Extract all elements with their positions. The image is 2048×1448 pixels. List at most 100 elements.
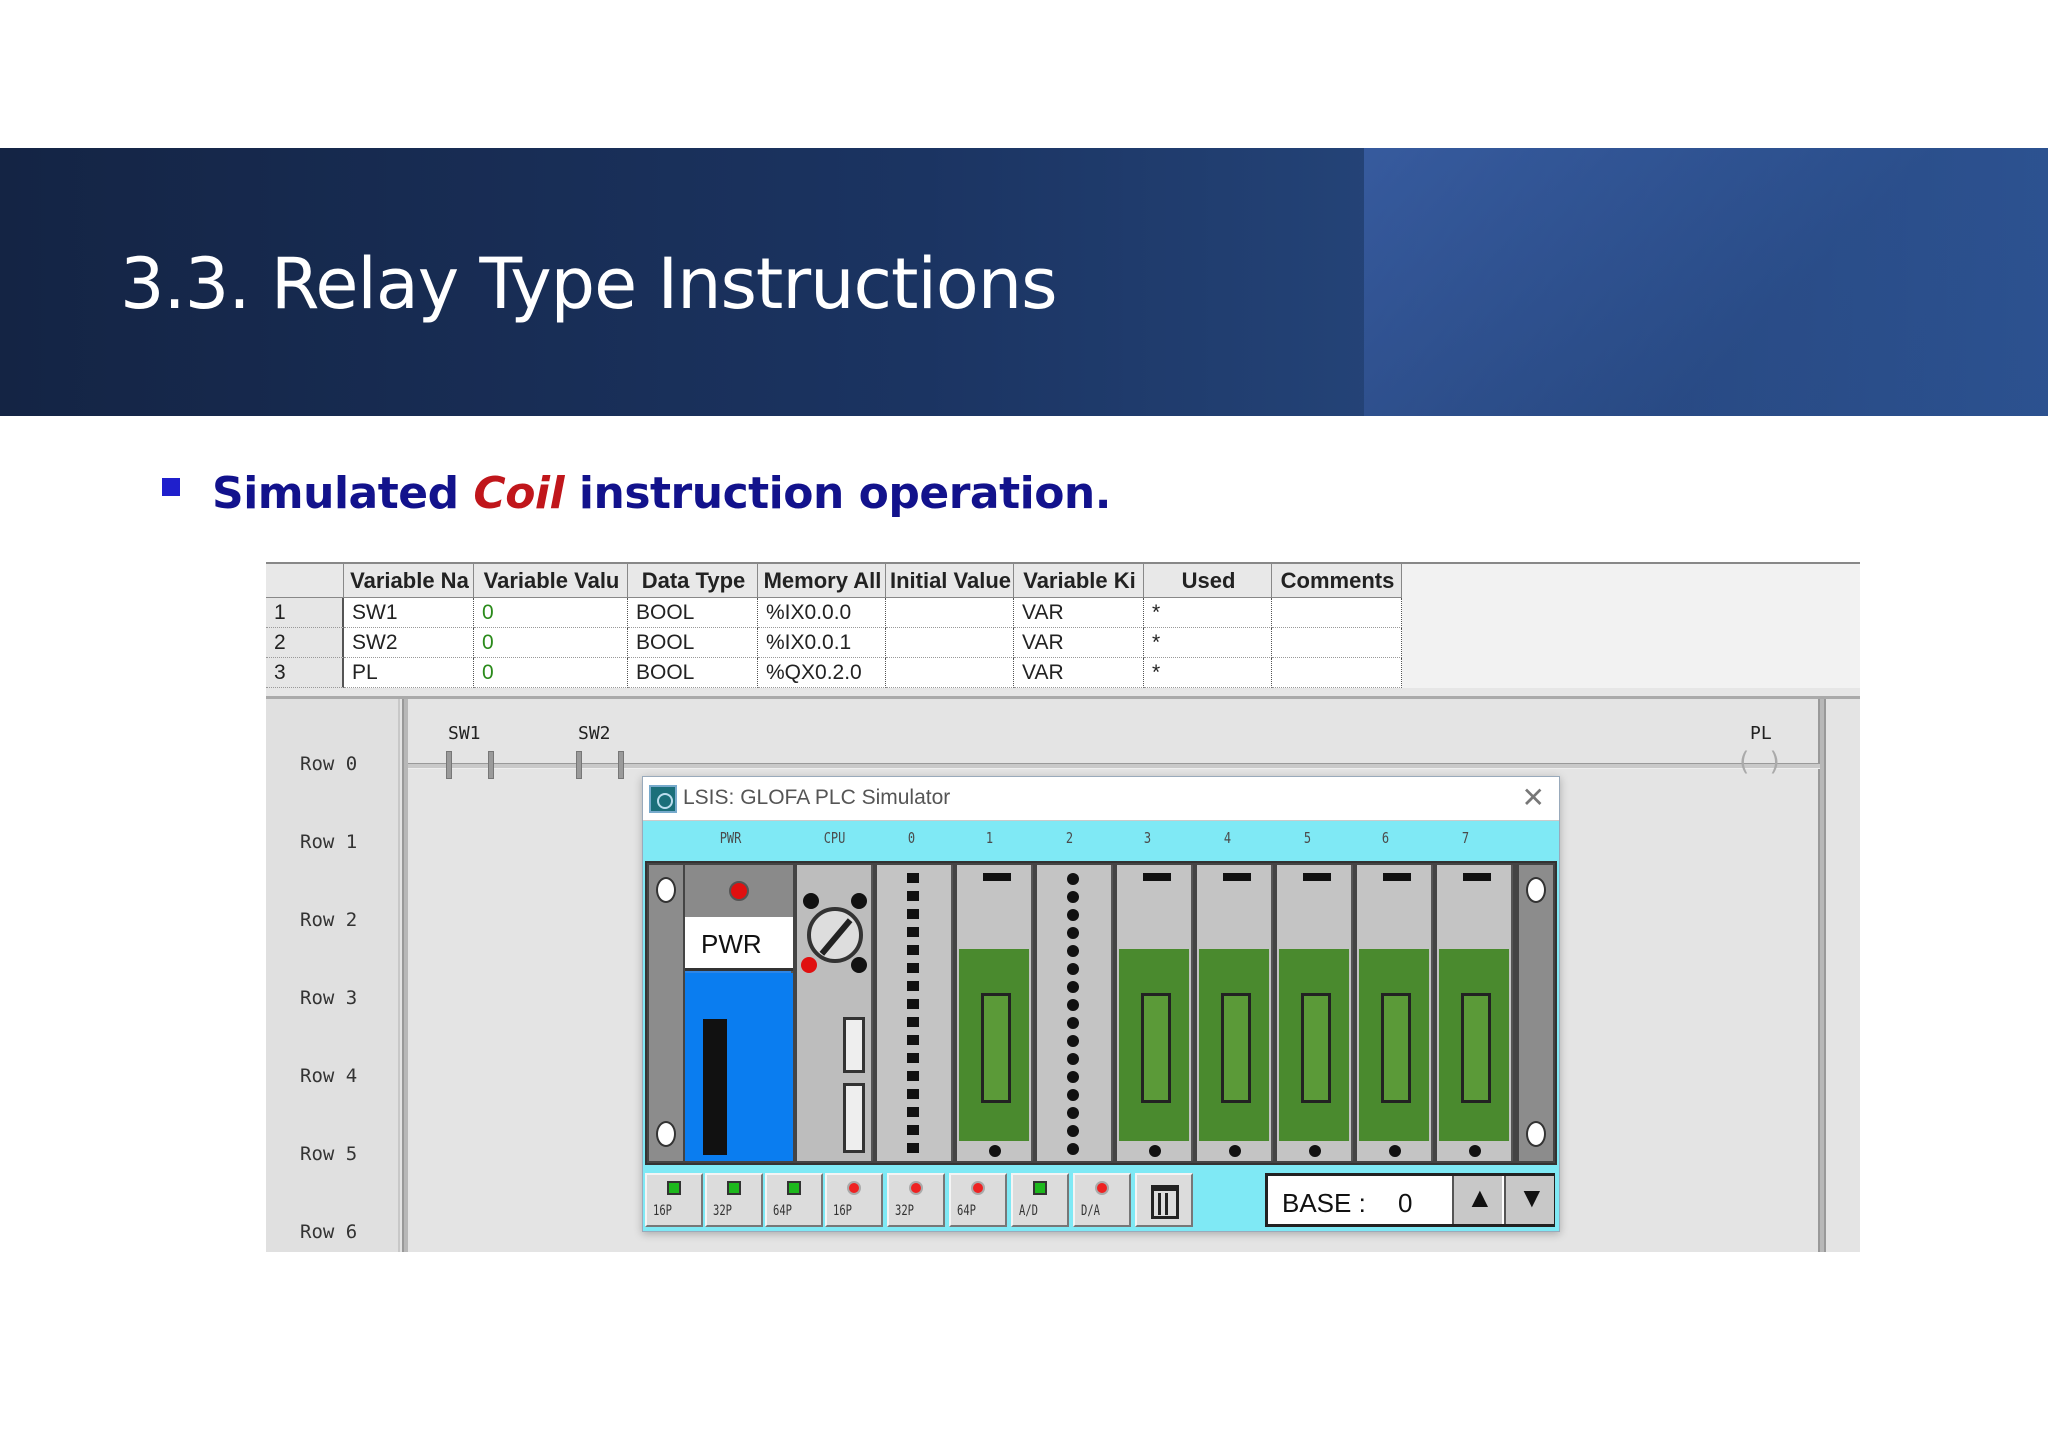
column-header[interactable]: Used [1144,564,1272,598]
module-button-32p-out[interactable]: 32P [887,1173,945,1227]
column-header[interactable] [266,564,344,598]
rack-end-cap-right [1519,865,1553,1161]
variable-value-cell[interactable]: 0 [474,628,628,658]
lsis-logo-icon [649,785,677,813]
io-connector-icon [1221,993,1251,1103]
initial-value-cell[interactable] [886,598,1014,628]
simulator-titlebar[interactable]: LSIS: GLOFA PLC Simulator ✕ [643,777,1559,821]
contact-sw1-left[interactable] [446,751,452,779]
base-down-button[interactable]: ▼ [1504,1176,1554,1224]
contact-sw2-left[interactable] [576,751,582,779]
variable-kind-cell[interactable]: VAR [1014,628,1144,658]
module-button-label: D/A [1081,1203,1100,1219]
variable-value-cell[interactable]: 0 [474,658,628,688]
used-cell[interactable]: * [1144,628,1272,658]
io-module-slot-6[interactable] [1357,865,1433,1161]
power-plate: PWR [685,917,793,971]
io-led-icon [1067,1017,1079,1029]
io-module-slot-2[interactable] [1037,865,1113,1161]
memory-cell[interactable]: %QX0.2.0 [758,658,886,688]
module-button-label: 64P [957,1203,976,1219]
contact-sw1-right[interactable] [488,751,494,779]
slot-label: 4 [1223,829,1232,847]
mount-hole-icon [1526,877,1546,903]
base-selector: BASE : 0 ▲ ▼ [1265,1173,1555,1227]
data-type-cell[interactable]: BOOL [628,628,758,658]
trash-button[interactable] [1135,1173,1193,1227]
used-cell[interactable]: * [1144,658,1272,688]
io-module-slot-1[interactable] [957,865,1033,1161]
cpu-mode-key-switch[interactable] [807,907,863,963]
io-screw-icon [1389,1145,1401,1157]
table-row[interactable]: 3 PL 0 BOOL %QX0.2.0 VAR * [266,658,1402,688]
comments-cell[interactable] [1272,628,1402,658]
module-button-16p-out[interactable]: 16P [825,1173,883,1227]
module-button-64p-out[interactable]: 64P [949,1173,1007,1227]
row-label: Row 5 [300,1143,358,1165]
io-slit [1463,873,1491,881]
column-header[interactable]: Memory All [758,564,886,598]
indicator-icon [667,1181,681,1195]
initial-value-cell[interactable] [886,628,1014,658]
base-up-button[interactable]: ▲ [1452,1176,1502,1224]
variable-name-cell[interactable]: PL [344,658,474,688]
comments-cell[interactable] [1272,658,1402,688]
io-module-slot-7[interactable] [1437,865,1513,1161]
slot-label: 7 [1461,829,1470,847]
mount-hole-icon [656,1121,676,1147]
row-gutter: Row 0 Row 1 Row 2 Row 3 Row 4 Row 5 Row … [266,699,400,1252]
variable-value-cell[interactable]: 0 [474,598,628,628]
row-label: Row 3 [300,987,358,1009]
data-type-cell[interactable]: BOOL [628,598,758,628]
used-cell[interactable]: * [1144,598,1272,628]
io-led-icon [1067,909,1079,921]
memory-cell[interactable]: %IX0.0.1 [758,628,886,658]
column-header[interactable]: Data Type [628,564,758,598]
io-module-slot-0[interactable] [877,865,953,1161]
contact-sw2-right[interactable] [618,751,624,779]
bullet-text-pre: Simulated [212,468,474,519]
comments-cell[interactable] [1272,598,1402,628]
title-banner: 3.3. Relay Type Instructions [0,148,2048,416]
io-module-slot-3[interactable] [1117,865,1193,1161]
io-led-icon [1067,999,1079,1011]
column-header[interactable]: Comments [1272,564,1402,598]
io-screw-icon [1309,1145,1321,1157]
table-row[interactable]: 2 SW2 0 BOOL %IX0.0.1 VAR * [266,628,1402,658]
variable-name-cell[interactable]: SW2 [344,628,474,658]
data-type-cell[interactable]: BOOL [628,658,758,688]
module-palette: 16P 32P 64P 16P 32P 64P A/D D/A BASE : 0… [645,1171,1557,1229]
module-button-32p-in[interactable]: 32P [705,1173,763,1227]
module-button-ad[interactable]: A/D [1011,1173,1069,1227]
cpu-module[interactable] [797,865,873,1161]
io-module-slot-5[interactable] [1277,865,1353,1161]
column-header[interactable]: Variable Valu [474,564,628,598]
module-button-64p-in[interactable]: 64P [765,1173,823,1227]
initial-value-cell[interactable] [886,658,1014,688]
io-module-slot-4[interactable] [1197,865,1273,1161]
io-connector-icon [1381,993,1411,1103]
coil-pl[interactable]: ( ) [1736,747,1783,777]
variable-kind-cell[interactable]: VAR [1014,658,1144,688]
plc-simulator-window[interactable]: LSIS: GLOFA PLC Simulator ✕ PWR CPU 0 1 … [642,776,1560,1232]
close-icon[interactable]: ✕ [1522,781,1545,814]
io-led-icon [907,927,919,937]
io-led-icon [907,1125,919,1135]
io-slit [1383,873,1411,881]
column-header[interactable]: Initial Value [886,564,1014,598]
io-led-icon [1067,945,1079,957]
column-header[interactable]: Variable Na [344,564,474,598]
power-module[interactable]: PWR [685,865,793,1161]
memory-cell[interactable]: %IX0.0.0 [758,598,886,628]
io-led-icon [907,963,919,973]
module-button-da[interactable]: D/A [1073,1173,1131,1227]
variable-table: Variable Na Variable Valu Data Type Memo… [266,562,1860,688]
arrow-up-icon: ▲ [1466,1182,1494,1213]
table-row[interactable]: 1 SW1 0 BOOL %IX0.0.0 VAR * [266,598,1402,628]
io-led-icon [907,999,919,1009]
variable-name-cell[interactable]: SW1 [344,598,474,628]
column-header[interactable]: Variable Ki [1014,564,1144,598]
module-button-16p-in[interactable]: 16P [645,1173,703,1227]
variable-kind-cell[interactable]: VAR [1014,598,1144,628]
io-led-icon [907,873,919,883]
